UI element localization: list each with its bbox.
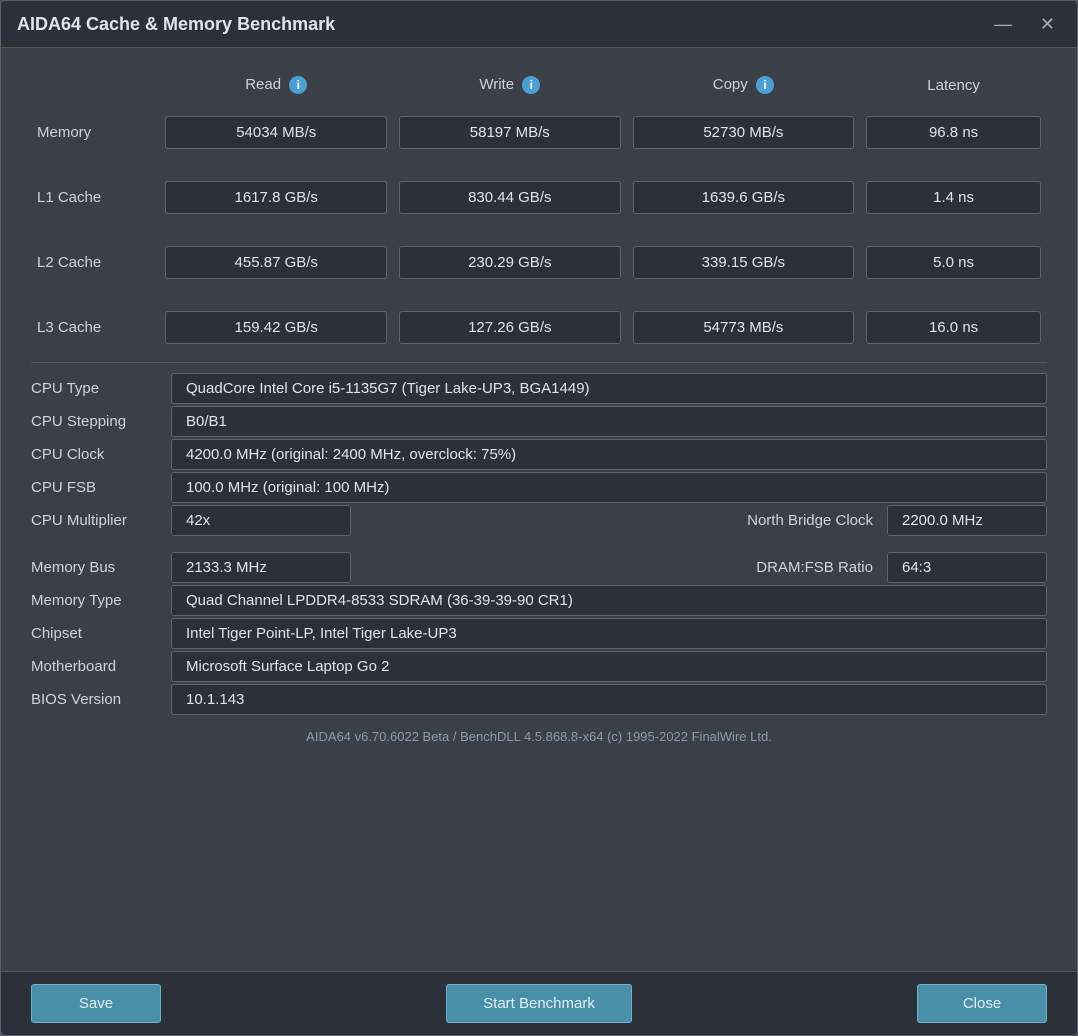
bios-value: 10.1.143 <box>171 684 1047 715</box>
bench-latency-cell: 96.8 ns <box>860 108 1047 157</box>
cpu-type-value: QuadCore Intel Core i5-1135G7 (Tiger Lak… <box>171 373 1047 404</box>
chipset-label: Chipset <box>31 618 171 649</box>
window-controls: — ✕ <box>988 13 1061 35</box>
footer-note: AIDA64 v6.70.6022 Beta / BenchDLL 4.5.86… <box>31 717 1047 748</box>
cpu-fsb-row: CPU FSB 100.0 MHz (original: 100 MHz) <box>31 472 1047 503</box>
close-button-bar[interactable]: Close <box>917 984 1047 1023</box>
motherboard-label: Motherboard <box>31 651 171 682</box>
north-bridge-label: North Bridge Clock <box>351 512 887 529</box>
info-section: CPU Type QuadCore Intel Core i5-1135G7 (… <box>31 373 1047 715</box>
motherboard-value: Microsoft Surface Laptop Go 2 <box>171 651 1047 682</box>
bench-write-cell: 58197 MB/s <box>393 108 627 157</box>
bios-row: BIOS Version 10.1.143 <box>31 684 1047 715</box>
motherboard-row: Motherboard Microsoft Surface Laptop Go … <box>31 651 1047 682</box>
dram-ratio-label: DRAM:FSB Ratio <box>351 559 887 576</box>
bench-row: L1 Cache 1617.8 GB/s 830.44 GB/s 1639.6 … <box>31 173 1047 222</box>
north-bridge-value: 2200.0 MHz <box>887 505 1047 536</box>
cpu-stepping-value: B0/B1 <box>171 406 1047 437</box>
col-header-read: Read i <box>159 68 393 108</box>
cpu-clock-row: CPU Clock 4200.0 MHz (original: 2400 MHz… <box>31 439 1047 470</box>
bench-read-value: 455.87 GB/s <box>165 246 387 279</box>
bench-copy-value: 54773 MB/s <box>633 311 855 344</box>
benchmark-table: Read i Write i Copy i Latency Memory <box>31 68 1047 352</box>
bios-label: BIOS Version <box>31 684 171 715</box>
bench-copy-cell: 1639.6 GB/s <box>627 173 861 222</box>
bench-row: L3 Cache 159.42 GB/s 127.26 GB/s 54773 M… <box>31 303 1047 352</box>
button-bar: Save Start Benchmark Close <box>1 971 1077 1035</box>
chipset-row: Chipset Intel Tiger Point-LP, Intel Tige… <box>31 618 1047 649</box>
cpu-type-row: CPU Type QuadCore Intel Core i5-1135G7 (… <box>31 373 1047 404</box>
bench-read-value: 54034 MB/s <box>165 116 387 149</box>
cpu-clock-value: 4200.0 MHz (original: 2400 MHz, overcloc… <box>171 439 1047 470</box>
bench-write-value: 830.44 GB/s <box>399 181 621 214</box>
bench-row: Memory 54034 MB/s 58197 MB/s 52730 MB/s … <box>31 108 1047 157</box>
title-bar: AIDA64 Cache & Memory Benchmark — ✕ <box>1 1 1077 48</box>
write-info-icon[interactable]: i <box>522 76 540 94</box>
bench-latency-value: 16.0 ns <box>866 311 1041 344</box>
copy-info-icon[interactable]: i <box>756 76 774 94</box>
bench-latency-cell: 16.0 ns <box>860 303 1047 352</box>
cpu-stepping-label: CPU Stepping <box>31 406 171 437</box>
cpu-type-label: CPU Type <box>31 373 171 404</box>
read-info-icon[interactable]: i <box>289 76 307 94</box>
cpu-multiplier-row: CPU Multiplier 42x North Bridge Clock 22… <box>31 505 1047 536</box>
bench-copy-cell: 339.15 GB/s <box>627 238 861 287</box>
bench-copy-value: 1639.6 GB/s <box>633 181 855 214</box>
memory-type-label: Memory Type <box>31 585 171 616</box>
bench-write-cell: 127.26 GB/s <box>393 303 627 352</box>
bench-read-cell: 159.42 GB/s <box>159 303 393 352</box>
bench-write-cell: 830.44 GB/s <box>393 173 627 222</box>
memory-type-value: Quad Channel LPDDR4-8533 SDRAM (36-39-39… <box>171 585 1047 616</box>
cpu-multiplier-label: CPU Multiplier <box>31 505 171 536</box>
chipset-value: Intel Tiger Point-LP, Intel Tiger Lake-U… <box>171 618 1047 649</box>
bench-latency-value: 1.4 ns <box>866 181 1041 214</box>
start-benchmark-button[interactable]: Start Benchmark <box>446 984 632 1023</box>
window-title: AIDA64 Cache & Memory Benchmark <box>17 14 335 35</box>
bench-copy-cell: 52730 MB/s <box>627 108 861 157</box>
memory-bus-value: 2133.3 MHz <box>171 552 351 583</box>
col-header-write: Write i <box>393 68 627 108</box>
bench-latency-value: 96.8 ns <box>866 116 1041 149</box>
bench-write-value: 58197 MB/s <box>399 116 621 149</box>
cpu-clock-label: CPU Clock <box>31 439 171 470</box>
bench-copy-value: 52730 MB/s <box>633 116 855 149</box>
main-window: AIDA64 Cache & Memory Benchmark — ✕ Read… <box>0 0 1078 1036</box>
bench-read-cell: 1617.8 GB/s <box>159 173 393 222</box>
bench-write-value: 230.29 GB/s <box>399 246 621 279</box>
bench-copy-value: 339.15 GB/s <box>633 246 855 279</box>
bench-write-cell: 230.29 GB/s <box>393 238 627 287</box>
bench-write-value: 127.26 GB/s <box>399 311 621 344</box>
main-content: Read i Write i Copy i Latency Memory <box>1 48 1077 971</box>
bench-row-label: Memory <box>31 108 159 157</box>
bench-row-label: L1 Cache <box>31 173 159 222</box>
col-header-copy: Copy i <box>627 68 861 108</box>
close-button[interactable]: ✕ <box>1034 13 1061 35</box>
dram-ratio-value: 64:3 <box>887 552 1047 583</box>
save-button[interactable]: Save <box>31 984 161 1023</box>
cpu-multiplier-value: 42x <box>171 505 351 536</box>
bench-read-value: 1617.8 GB/s <box>165 181 387 214</box>
memory-bus-label: Memory Bus <box>31 552 171 583</box>
bench-latency-value: 5.0 ns <box>866 246 1041 279</box>
cpu-fsb-value: 100.0 MHz (original: 100 MHz) <box>171 472 1047 503</box>
cpu-fsb-label: CPU FSB <box>31 472 171 503</box>
bench-row-label: L3 Cache <box>31 303 159 352</box>
bench-latency-cell: 5.0 ns <box>860 238 1047 287</box>
bench-read-cell: 455.87 GB/s <box>159 238 393 287</box>
memory-bus-row: Memory Bus 2133.3 MHz DRAM:FSB Ratio 64:… <box>31 552 1047 583</box>
bench-row-label: L2 Cache <box>31 238 159 287</box>
bench-copy-cell: 54773 MB/s <box>627 303 861 352</box>
bench-read-cell: 54034 MB/s <box>159 108 393 157</box>
col-header-latency: Latency <box>860 68 1047 108</box>
bench-read-value: 159.42 GB/s <box>165 311 387 344</box>
bench-latency-cell: 1.4 ns <box>860 173 1047 222</box>
memory-type-row: Memory Type Quad Channel LPDDR4-8533 SDR… <box>31 585 1047 616</box>
bench-row: L2 Cache 455.87 GB/s 230.29 GB/s 339.15 … <box>31 238 1047 287</box>
cpu-stepping-row: CPU Stepping B0/B1 <box>31 406 1047 437</box>
minimize-button[interactable]: — <box>988 13 1018 35</box>
